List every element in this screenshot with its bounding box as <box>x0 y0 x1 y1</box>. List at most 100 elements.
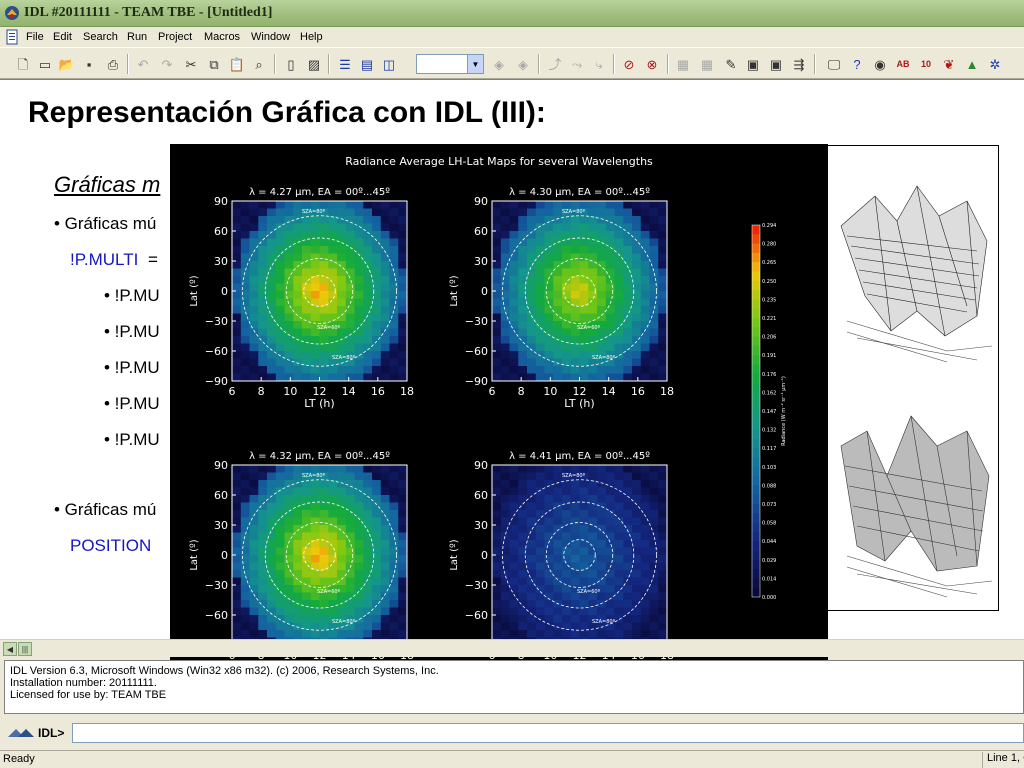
display-icon[interactable]: 🖵 <box>825 55 843 73</box>
menu-macros[interactable]: Macros <box>204 29 240 45</box>
export-icon[interactable]: ⇶ <box>790 55 808 73</box>
tile-horizontal-icon[interactable]: ☰ <box>336 55 354 73</box>
heatmap-cell <box>553 510 563 518</box>
heatmap-cell <box>605 495 615 503</box>
macro-icon[interactable]: ✎ <box>722 55 740 73</box>
chevron-down-icon[interactable]: ▼ <box>467 55 483 73</box>
heatmap-cell <box>258 208 268 217</box>
heatmap-cell <box>345 336 355 344</box>
heatmap-cell <box>500 577 510 586</box>
colorbar-tick-label: 0.044 <box>762 539 776 545</box>
step-out-icon[interactable]: ⤴ <box>546 55 564 73</box>
menu-edit[interactable]: Edit <box>53 29 72 45</box>
heatmap-cell <box>570 306 580 314</box>
heatmap-cell <box>544 547 554 556</box>
bookmark-icon[interactable]: ▣ <box>767 55 785 73</box>
visualization-icon[interactable]: ◉ <box>871 55 889 73</box>
command-input[interactable] <box>72 723 1024 743</box>
toolbar-combo-box[interactable]: ▼ <box>416 54 484 74</box>
heatmap-cell <box>527 321 537 329</box>
find-icon[interactable]: ⌕ <box>250 55 268 73</box>
horizontal-scrollbar[interactable]: ◀ ||| <box>0 639 1024 657</box>
cut-icon[interactable]: ✂ <box>182 55 200 73</box>
clear-breakpoint-icon[interactable]: ▦ <box>674 55 692 73</box>
slide-bullet: • Gráficas mú <box>54 214 157 233</box>
colorbar-tick-label: 0.103 <box>762 465 776 471</box>
y-tick-label: 30 <box>474 255 488 268</box>
redo-icon[interactable]: ↷ <box>158 55 176 73</box>
heatmap-cell <box>267 540 277 548</box>
heatmap-cell <box>258 607 268 616</box>
heatmap-cell <box>345 306 355 314</box>
heatmap-cell <box>267 630 277 638</box>
idl-app-icon[interactable] <box>4 5 20 21</box>
heatmap-cell <box>535 208 545 217</box>
menu-window[interactable]: Window <box>251 29 290 45</box>
heatmap-cell <box>527 358 537 367</box>
undo-icon[interactable]: ↶ <box>134 55 152 73</box>
menu-file[interactable]: File <box>26 29 44 45</box>
text-icon[interactable]: AB <box>894 55 912 73</box>
cascade-icon[interactable]: ◫ <box>380 55 398 73</box>
heatmap-cell <box>658 321 668 329</box>
new-file-icon[interactable]: 🗋 <box>14 55 32 73</box>
scroll-left-icon[interactable]: ◀ <box>3 642 17 656</box>
scroll-thumb[interactable]: ||| <box>18 642 32 656</box>
heatmap-cell <box>284 358 294 367</box>
print-icon[interactable]: ⎙ <box>104 55 122 73</box>
tool-icon[interactable]: ✲ <box>986 55 1004 73</box>
document-icon[interactable] <box>4 29 20 45</box>
axis-lines-top <box>846 320 993 363</box>
heatmap-cell <box>310 570 320 578</box>
toolbar-separator <box>127 54 129 74</box>
help-icon[interactable]: ? <box>848 55 866 73</box>
heatmap-cell <box>275 283 285 292</box>
heatmap-cell <box>640 502 650 511</box>
image-icon[interactable]: ▲ <box>963 55 981 73</box>
heatmap-cell <box>249 502 259 511</box>
tile-vertical-icon[interactable]: ▤ <box>358 55 376 73</box>
stop-icon[interactable]: ⤷ <box>590 55 608 73</box>
step-over-icon[interactable]: ◈ <box>514 55 532 73</box>
palette-icon[interactable]: ❦ <box>940 55 958 73</box>
heatmap-cell <box>319 465 329 473</box>
new-window-icon[interactable]: ▭ <box>36 55 54 73</box>
heatmap-cell <box>605 231 615 239</box>
numbers-icon[interactable]: 10 <box>917 55 935 73</box>
heatmap-cell <box>500 223 510 232</box>
reset-icon[interactable]: ⊘ <box>620 55 638 73</box>
heatmap-cell <box>562 201 572 209</box>
menu-run[interactable]: Run <box>127 29 147 45</box>
heatmap-cell <box>588 223 598 232</box>
heatmap-cell <box>328 607 338 616</box>
heatmap-cell <box>544 223 554 232</box>
heatmap-cell <box>544 208 554 217</box>
heatmap-cell <box>310 480 320 488</box>
paste-icon[interactable]: 📋 <box>228 55 246 73</box>
heatmap-cell <box>275 592 285 601</box>
heatmap-cell <box>249 525 259 533</box>
heatmap-cell <box>310 253 320 262</box>
heatmap-cell <box>632 246 642 254</box>
heatmap-cell <box>363 622 373 631</box>
plot-window[interactable]: Radiance Average LH-Lat Maps for several… <box>170 144 828 674</box>
open-folder-icon[interactable]: 📂 <box>58 55 76 73</box>
goto-icon[interactable]: ▦ <box>698 55 716 73</box>
edit-file-icon[interactable]: ▨ <box>305 55 323 73</box>
breakpoint-icon[interactable]: ⊗ <box>643 55 661 73</box>
macro-record-icon[interactable]: ▣ <box>744 55 762 73</box>
menu-project[interactable]: Project <box>158 29 192 45</box>
heatmap-cell <box>284 630 294 638</box>
save-icon[interactable]: ▪ <box>80 55 98 73</box>
heatmap-cell <box>328 208 338 217</box>
menu-search[interactable]: Search <box>83 29 118 45</box>
heatmap-cell <box>398 525 408 533</box>
menu-help[interactable]: Help <box>300 29 323 45</box>
heatmap-cell <box>380 208 390 217</box>
heatmap-cell <box>649 472 659 481</box>
run-icon[interactable]: ⤳ <box>568 55 586 73</box>
step-into-icon[interactable]: ◈ <box>490 55 508 73</box>
compile-icon[interactable]: ▯ <box>282 55 300 73</box>
copy-icon[interactable]: ⧉ <box>205 55 223 73</box>
heatmap-cell <box>492 592 502 601</box>
